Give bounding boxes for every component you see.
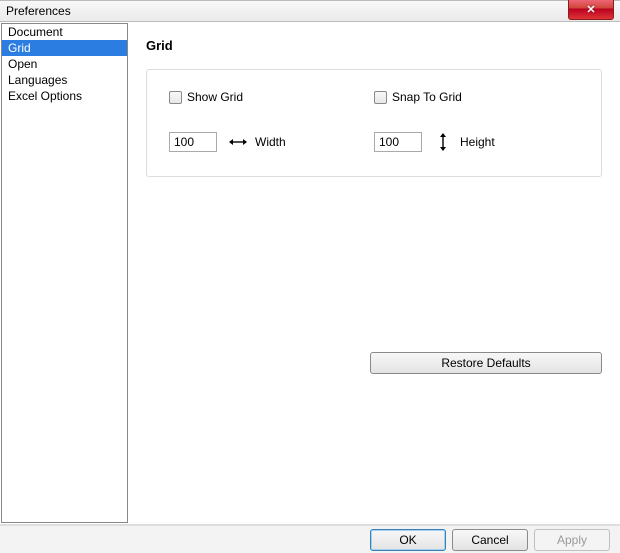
sidebar-item-grid[interactable]: Grid bbox=[2, 40, 127, 56]
show-grid-label: Show Grid bbox=[187, 90, 243, 104]
sidebar-item-label: Open bbox=[8, 57, 37, 71]
dialog-footer: OK Cancel Apply bbox=[0, 525, 620, 553]
height-label: Height bbox=[460, 135, 495, 149]
height-input[interactable] bbox=[374, 132, 422, 152]
window-title: Preferences bbox=[6, 4, 71, 18]
apply-button[interactable]: Apply bbox=[534, 529, 610, 551]
cancel-button[interactable]: Cancel bbox=[452, 529, 528, 551]
close-button[interactable]: ✕ bbox=[568, 0, 614, 20]
snap-to-grid-label: Snap To Grid bbox=[392, 90, 462, 104]
snap-to-grid-checkbox[interactable] bbox=[374, 91, 387, 104]
snap-to-grid-option[interactable]: Snap To Grid bbox=[374, 90, 579, 104]
sidebar-item-label: Excel Options bbox=[8, 89, 82, 103]
category-sidebar: Document Grid Open Languages Excel Optio… bbox=[1, 23, 128, 523]
sidebar-item-label: Grid bbox=[8, 41, 31, 55]
content-area: Document Grid Open Languages Excel Optio… bbox=[0, 22, 620, 525]
sidebar-item-label: Languages bbox=[8, 73, 67, 87]
sidebar-item-document[interactable]: Document bbox=[2, 24, 127, 40]
sidebar-item-languages[interactable]: Languages bbox=[2, 72, 127, 88]
sidebar-item-excel-options[interactable]: Excel Options bbox=[2, 88, 127, 104]
title-bar: Preferences ✕ bbox=[0, 0, 620, 22]
grid-settings-group: Show Grid Snap To Grid Width bbox=[146, 69, 602, 177]
show-grid-checkbox[interactable] bbox=[169, 91, 182, 104]
page-title: Grid bbox=[146, 38, 602, 53]
horizontal-arrow-icon bbox=[229, 137, 247, 147]
restore-defaults-button[interactable]: Restore Defaults bbox=[370, 352, 602, 374]
close-icon: ✕ bbox=[586, 3, 595, 16]
width-input[interactable] bbox=[169, 132, 217, 152]
sidebar-item-label: Document bbox=[8, 25, 63, 39]
show-grid-option[interactable]: Show Grid bbox=[169, 90, 374, 104]
width-label: Width bbox=[255, 135, 286, 149]
ok-button[interactable]: OK bbox=[370, 529, 446, 551]
sidebar-item-open[interactable]: Open bbox=[2, 56, 127, 72]
main-panel: Grid Show Grid Snap To Grid Wi bbox=[128, 22, 620, 524]
vertical-arrow-icon bbox=[434, 133, 452, 151]
